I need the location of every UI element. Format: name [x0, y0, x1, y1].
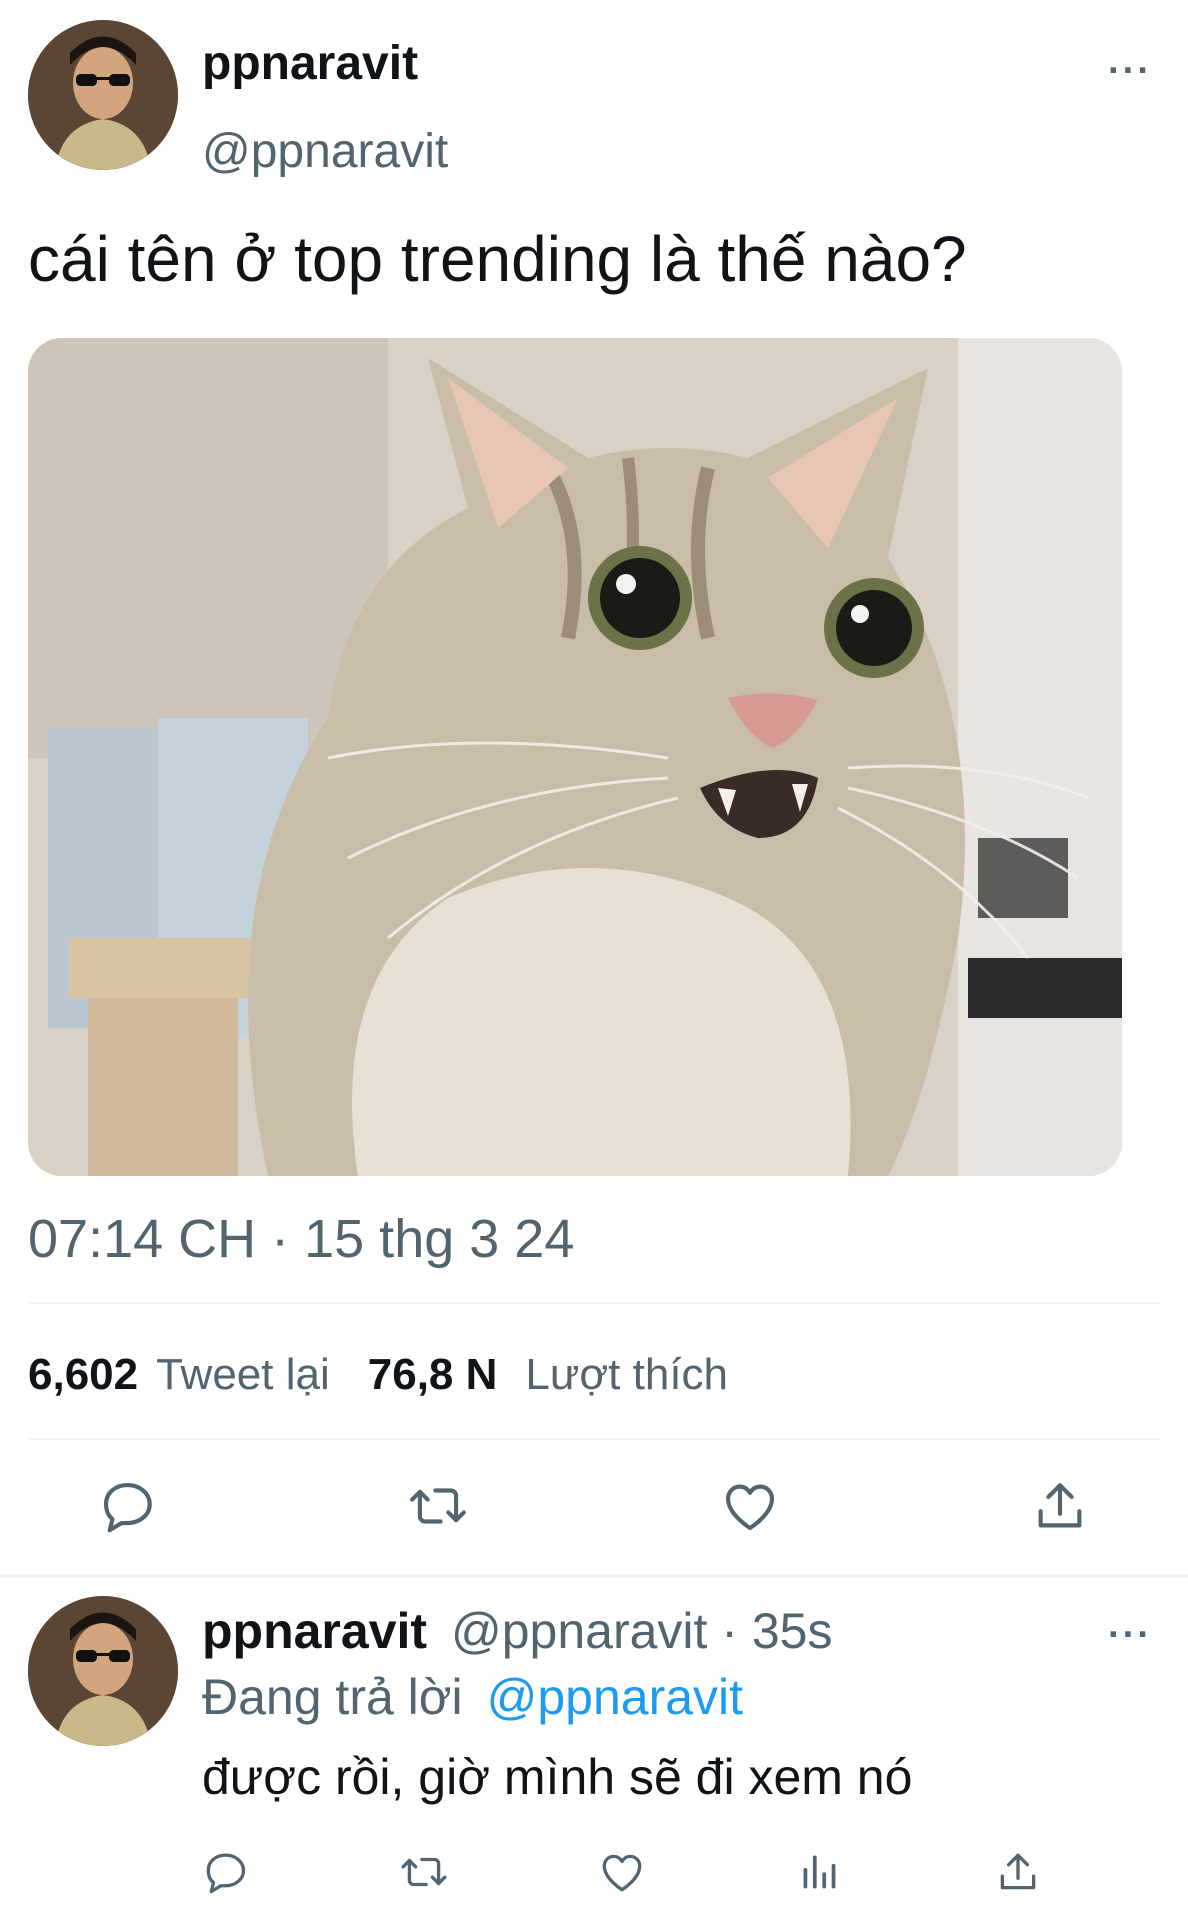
retweets-label[interactable]: Tweet lại [156, 1350, 330, 1400]
reply-icon[interactable] [190, 1836, 262, 1908]
tweet-stats: 6,602 Tweet lại 76,8 N Lượt thích [28, 1350, 728, 1400]
cat-photo [28, 338, 1122, 1176]
replying-to-handle[interactable]: @ppnaravit [487, 1669, 743, 1725]
reply-text: được rồi, giờ mình sẽ đi xem nó [202, 1749, 913, 1805]
reply-handle-time[interactable]: @ppnaravit · 35s [451, 1603, 833, 1659]
tweet-timestamp[interactable]: 07:14 CH · 15 thg 3 24 [28, 1208, 574, 1270]
replying-prefix: Đang trả lời [202, 1669, 463, 1725]
share-icon[interactable] [1024, 1470, 1096, 1542]
views-icon[interactable] [784, 1836, 856, 1908]
section-separator [0, 1574, 1188, 1578]
likes-label[interactable]: Lượt thích [525, 1350, 728, 1400]
avatar[interactable] [28, 20, 178, 170]
reply-more-options-icon[interactable]: ··· [1108, 1616, 1152, 1654]
divider [28, 1438, 1160, 1440]
reply-header: ppnaravit @ppnaravit · 35s [202, 1602, 832, 1660]
reply-display-name[interactable]: ppnaravit [202, 1603, 427, 1659]
replying-to: Đang trả lời @ppnaravit [202, 1668, 743, 1726]
retweet-icon[interactable] [388, 1836, 460, 1908]
retweets-count[interactable]: 6,602 [28, 1350, 138, 1400]
reply-icon[interactable] [92, 1470, 164, 1542]
likes-count[interactable]: 76,8 N [368, 1350, 498, 1400]
reply-avatar[interactable] [28, 1596, 178, 1746]
display-name[interactable]: ppnaravit [202, 36, 418, 91]
like-icon[interactable] [714, 1470, 786, 1542]
like-icon[interactable] [586, 1836, 658, 1908]
share-icon[interactable] [982, 1836, 1054, 1908]
tweet-text: cái tên ở top trending là thế nào? [28, 223, 967, 295]
tweet-image[interactable] [28, 338, 1122, 1176]
more-options-icon[interactable]: ··· [1108, 52, 1152, 90]
divider [28, 1302, 1160, 1304]
user-handle[interactable]: @ppnaravit [202, 124, 448, 179]
retweet-icon[interactable] [402, 1470, 474, 1542]
